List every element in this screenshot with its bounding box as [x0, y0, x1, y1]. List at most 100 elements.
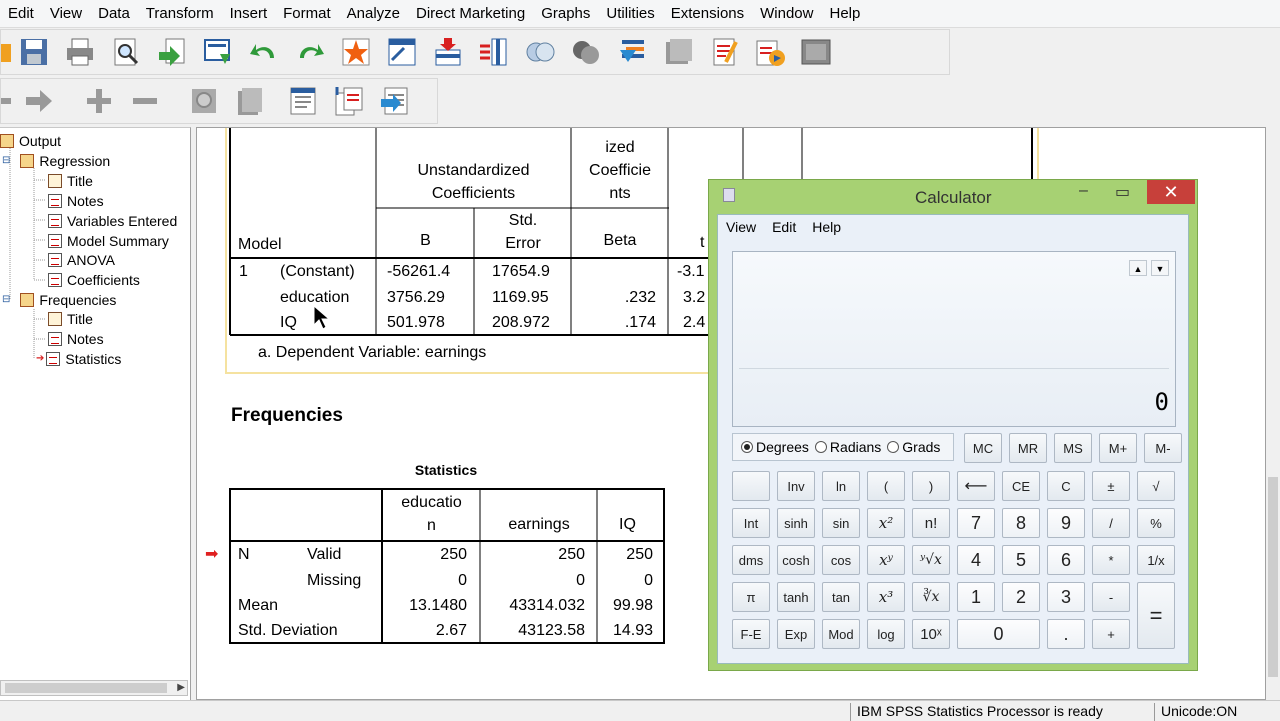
key-x-cubed[interactable]: x³ — [867, 582, 905, 612]
calc-menu-view[interactable]: View — [726, 219, 756, 235]
key-sin[interactable]: sin — [822, 508, 860, 538]
radio-radians[interactable]: Radians — [814, 439, 881, 455]
menu-transform[interactable]: Transform — [138, 5, 222, 22]
split-file-icon[interactable] — [522, 34, 558, 70]
key-1[interactable]: 1 — [957, 582, 995, 612]
key-subtract[interactable]: - — [1092, 582, 1130, 612]
scroll-thumb[interactable] — [5, 683, 167, 693]
key-tanh[interactable]: tanh — [777, 582, 815, 612]
key-percent[interactable]: % — [1137, 508, 1175, 538]
maximize-icon[interactable]: ▭ — [1115, 182, 1130, 204]
collapse-toggle-icon[interactable]: ⊟ — [2, 294, 10, 305]
menu-format[interactable]: Format — [275, 5, 339, 22]
key-7[interactable]: 7 — [957, 508, 995, 538]
variables-icon[interactable] — [476, 34, 512, 70]
key-multiply[interactable]: * — [1092, 545, 1130, 575]
show-all-icon[interactable] — [752, 34, 788, 70]
tree-reg-title[interactable]: Title — [48, 171, 93, 190]
print-preview-icon[interactable] — [108, 34, 144, 70]
key-factorial[interactable]: n! — [912, 508, 950, 538]
export-icon[interactable] — [200, 34, 236, 70]
key-ten-power-x[interactable]: 10ˣ — [912, 619, 950, 649]
menu-edit[interactable]: Edit — [0, 5, 42, 22]
key-c[interactable]: C — [1047, 471, 1085, 501]
content-vscrollbar[interactable] — [1266, 127, 1280, 700]
demote-icon[interactable] — [331, 83, 367, 119]
key-5[interactable]: 5 — [1002, 545, 1040, 575]
key-reciprocal[interactable]: 1/x — [1137, 545, 1175, 575]
scroll-right-arrow-icon[interactable]: ▶ — [177, 682, 185, 693]
tree-reg-coefficients[interactable]: Coefficients — [48, 270, 140, 289]
key-fe[interactable]: F-E — [732, 619, 770, 649]
collapse-icon[interactable] — [127, 83, 163, 119]
key-open-paren[interactable]: ( — [867, 471, 905, 501]
history-up-icon[interactable]: ▲ — [1129, 260, 1147, 276]
key-log[interactable]: log — [867, 619, 905, 649]
key-backspace[interactable]: ⟵ — [957, 471, 995, 501]
key-mc[interactable]: MC — [964, 433, 1002, 463]
tree-reg-notes[interactable]: Notes — [48, 191, 104, 210]
menu-help[interactable]: Help — [821, 5, 868, 22]
use-sets-icon[interactable] — [706, 34, 742, 70]
outline-hscrollbar[interactable]: ▶ — [0, 680, 188, 696]
key-8[interactable]: 8 — [1002, 508, 1040, 538]
hide-icon[interactable] — [232, 83, 268, 119]
key-x-power-y[interactable]: xʸ — [867, 545, 905, 575]
import-icon[interactable] — [154, 34, 190, 70]
key-dms[interactable]: dms — [732, 545, 770, 575]
key-4[interactable]: 4 — [957, 545, 995, 575]
key-int[interactable]: Int — [732, 508, 770, 538]
history-down-icon[interactable]: ▼ — [1151, 260, 1169, 276]
select-cases-icon[interactable] — [614, 34, 650, 70]
tree-freq-notes[interactable]: Notes — [48, 329, 104, 348]
print-icon[interactable] — [62, 34, 98, 70]
key-9[interactable]: 9 — [1047, 508, 1085, 538]
key-ms[interactable]: MS — [1054, 433, 1092, 463]
menu-graphs[interactable]: Graphs — [533, 5, 598, 22]
menu-data[interactable]: Data — [90, 5, 138, 22]
key-sinh[interactable]: sinh — [777, 508, 815, 538]
key-pi[interactable]: π — [732, 582, 770, 612]
key-decimal[interactable]: . — [1047, 619, 1085, 649]
scroll-thumb[interactable] — [1268, 477, 1278, 677]
calc-menu-help[interactable]: Help — [812, 219, 841, 235]
goto-case-icon[interactable] — [338, 34, 374, 70]
key-mplus[interactable]: M+ — [1099, 433, 1137, 463]
key-6[interactable]: 6 — [1047, 545, 1085, 575]
key-exp[interactable]: Exp — [777, 619, 815, 649]
tree-reg-model-summary[interactable]: Model Summary — [48, 231, 169, 250]
radio-grads[interactable]: Grads — [887, 439, 940, 455]
key-mr[interactable]: MR — [1009, 433, 1047, 463]
menu-insert[interactable]: Insert — [222, 5, 276, 22]
key-equals[interactable]: = — [1137, 582, 1175, 649]
key-ce[interactable]: CE — [1002, 471, 1040, 501]
key-mminus[interactable]: M- — [1144, 433, 1182, 463]
key-2[interactable]: 2 — [1002, 582, 1040, 612]
close-icon[interactable]: ✕ — [1147, 180, 1195, 204]
tree-frequencies[interactable]: ⊟ Frequencies — [2, 290, 116, 309]
open-icon[interactable] — [1, 34, 11, 70]
menu-analyze[interactable]: Analyze — [339, 5, 408, 22]
tree-reg-anova[interactable]: ANOVA — [48, 250, 115, 269]
forward-icon[interactable] — [22, 83, 58, 119]
menu-window[interactable]: Window — [752, 5, 821, 22]
key-x-squared[interactable]: x² — [867, 508, 905, 538]
insert-heading-icon[interactable] — [377, 83, 413, 119]
calculator-titlebar[interactable]: Calculator – ▭ ✕ — [709, 180, 1197, 214]
key-cube-root[interactable]: ∛x — [912, 582, 950, 612]
key-sqrt[interactable]: √ — [1137, 471, 1175, 501]
promote-icon[interactable] — [285, 83, 321, 119]
weight-cases-icon[interactable] — [568, 34, 604, 70]
value-labels-icon[interactable] — [660, 34, 696, 70]
key-cosh[interactable]: cosh — [777, 545, 815, 575]
radio-degrees[interactable]: Degrees — [741, 439, 809, 455]
key-yroot-x[interactable]: ʸ√x — [912, 545, 950, 575]
key-tan[interactable]: tan — [822, 582, 860, 612]
menu-view[interactable]: View — [42, 5, 90, 22]
minimize-icon[interactable]: – — [1079, 182, 1088, 204]
back-icon[interactable] — [1, 83, 13, 119]
tree-freq-title[interactable]: Title — [48, 309, 93, 328]
tree-reg-variables-entered[interactable]: Variables Entered — [48, 211, 177, 230]
menu-extensions[interactable]: Extensions — [663, 5, 752, 22]
key-add[interactable]: + — [1092, 619, 1130, 649]
